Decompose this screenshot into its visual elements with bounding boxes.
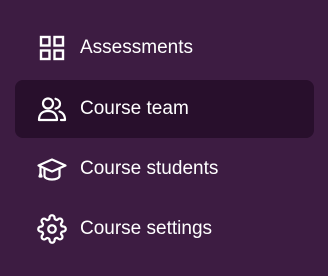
sidebar-item-label: Course team — [80, 98, 189, 119]
gear-icon — [37, 214, 67, 244]
users-icon — [37, 94, 67, 124]
sidebar-item-label: Course students — [80, 158, 219, 179]
sidebar-item-label: Course settings — [80, 218, 213, 239]
sidebar-item-label: Assessments — [80, 37, 193, 58]
sidebar-item-course-students[interactable]: Course students — [15, 140, 314, 198]
sidebar-item-assessments[interactable]: Assessments — [15, 19, 314, 77]
sidebar-item-course-settings[interactable]: Course settings — [15, 200, 314, 258]
sidebar-nav: Assessments Course team Course students — [0, 0, 328, 276]
sidebar-item-course-team[interactable]: Course team — [15, 80, 314, 138]
grid-icon — [37, 33, 67, 63]
graduation-cap-icon — [37, 154, 67, 184]
